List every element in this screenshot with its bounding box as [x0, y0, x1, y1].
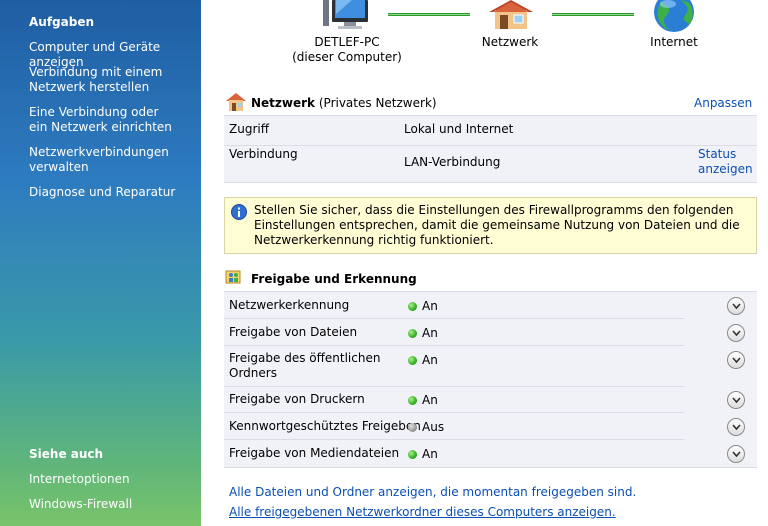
chevron-down-icon — [732, 397, 741, 404]
sharing-item-label: Freigabe des öffentlichen Ordners — [229, 351, 381, 380]
firewall-info-bar: Stellen Sie sicher, dass die Einstellung… — [224, 197, 757, 254]
show-shared-files-link[interactable]: Alle Dateien und Ordner anzeigen, die mo… — [229, 485, 636, 499]
sharing-item-state: An — [422, 326, 438, 340]
task-diagnose-repair[interactable]: Diagnose und Reparatur — [29, 185, 199, 200]
sharing-icon — [225, 270, 241, 284]
task-pane: Aufgaben Computer und Geräte anzeigen Ve… — [0, 0, 201, 526]
sharing-item-state: An — [422, 299, 438, 313]
computer-icon[interactable] — [322, 0, 372, 30]
network-section-title: Netzwerk (Privates Netzwerk) — [251, 96, 437, 110]
see-also-heading: Siehe auch — [29, 447, 104, 461]
expand-public-folder-button[interactable] — [727, 351, 745, 369]
network-label: Netzwerk — [481, 35, 539, 49]
network-type: (Privates Netzwerk) — [318, 96, 437, 110]
chevron-down-icon — [732, 357, 741, 364]
divider — [224, 412, 684, 413]
computer-sub: (dieser Computer) — [292, 50, 402, 64]
divider — [224, 291, 757, 292]
chevron-down-icon — [732, 451, 741, 458]
expand-password-sharing-button[interactable] — [727, 418, 745, 436]
network-title: Netzwerk — [251, 96, 316, 110]
task-setup-connection[interactable]: Eine Verbindung oder ein Netzwerk einric… — [29, 105, 179, 135]
divider — [224, 182, 757, 183]
house-icon — [226, 93, 246, 111]
status-off-icon — [408, 423, 417, 432]
sharing-item-state: An — [422, 353, 438, 367]
status-on-icon — [408, 396, 417, 405]
sharing-item-label: Freigabe von Dateien — [229, 325, 358, 339]
divider — [224, 439, 684, 440]
sharing-item-label: Kennwortgeschütztes Freigeben — [229, 419, 421, 433]
sharing-title: Freigabe und Erkennung — [251, 272, 417, 286]
info-icon — [231, 204, 247, 220]
link-internet-options[interactable]: Internetoptionen — [29, 472, 199, 487]
task-manage-connections[interactable]: Netzwerkverbindungen verwalten — [29, 145, 179, 175]
divider — [224, 145, 757, 146]
house-icon[interactable] — [486, 0, 536, 30]
link-windows-firewall[interactable]: Windows-Firewall — [29, 497, 199, 512]
internet-label: Internet — [650, 35, 698, 49]
tasks-heading: Aufgaben — [29, 15, 95, 29]
status-on-icon — [408, 302, 417, 311]
globe-icon[interactable] — [650, 0, 698, 34]
access-value: Lokal und Internet — [404, 122, 514, 136]
divider — [224, 467, 757, 468]
map-computer-label: DETLEF-PC (dieser Computer) — [287, 35, 407, 65]
sharing-section-title: Freigabe und Erkennung — [251, 272, 417, 286]
sharing-item-state: An — [422, 393, 438, 407]
status-on-icon — [408, 329, 417, 338]
sharing-item-label: Netzwerkerkennung — [229, 298, 350, 312]
sharing-item-state: An — [422, 447, 438, 461]
chevron-down-icon — [732, 424, 741, 431]
customize-link[interactable]: Anpassen — [694, 96, 752, 110]
status-on-icon — [408, 450, 417, 459]
status-view-link[interactable]: Status anzeigen — [698, 147, 753, 177]
status-on-icon — [408, 356, 417, 365]
expand-media-sharing-button[interactable] — [727, 445, 745, 463]
chevron-down-icon — [732, 303, 741, 310]
task-connect-network[interactable]: Verbindung mit einem Netzwerk herstellen — [29, 65, 169, 95]
computer-name: DETLEF-PC — [314, 35, 380, 49]
access-label: Zugriff — [229, 122, 269, 136]
expand-file-sharing-button[interactable] — [727, 324, 745, 342]
connection-line — [388, 13, 470, 16]
divider — [224, 318, 684, 319]
chevron-down-icon — [732, 330, 741, 337]
connection-label: Verbindung — [229, 147, 298, 161]
firewall-info-text: Stellen Sie sicher, dass die Einstellung… — [254, 203, 740, 247]
show-shared-folders-link[interactable]: Alle freigegebenen Netzwerkordner dieses… — [229, 505, 616, 519]
sharing-item-label: Freigabe von Mediendateien — [229, 446, 400, 460]
expand-printer-sharing-button[interactable] — [727, 391, 745, 409]
divider — [224, 386, 684, 387]
connection-value: LAN-Verbindung — [404, 155, 501, 169]
divider — [224, 115, 757, 116]
sharing-item-label: Freigabe von Druckern — [229, 392, 365, 406]
expand-network-discovery-button[interactable] — [727, 297, 745, 315]
divider — [224, 345, 684, 346]
internet-line — [552, 13, 634, 16]
sharing-item-state: Aus — [422, 420, 445, 434]
